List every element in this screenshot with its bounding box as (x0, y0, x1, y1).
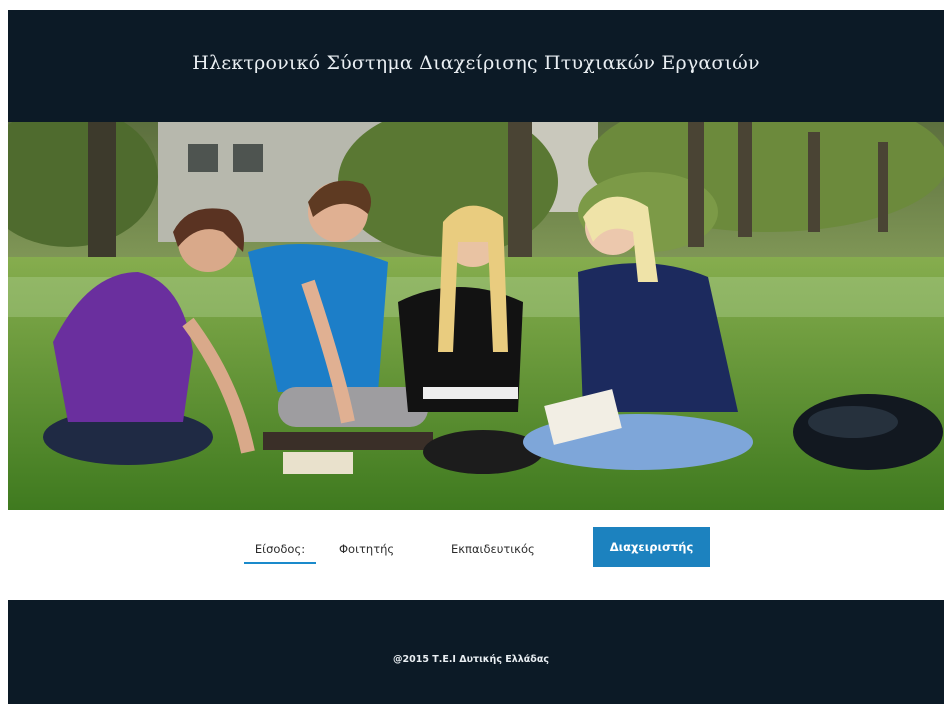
tab-login[interactable]: Είσοδος: (244, 538, 316, 560)
page: Ηλεκτρονικό Σύστημα Διαχείρισης Πτυχιακώ… (0, 0, 944, 704)
copyright-text: @2015 Τ.Ε.Ι Δυτικής Ελλάδας (393, 653, 549, 665)
header-bar: Ηλεκτρονικό Σύστημα Διαχείρισης Πτυχιακώ… (8, 10, 944, 122)
footer-bar: @2015 Τ.Ε.Ι Δυτικής Ελλάδας (8, 600, 944, 704)
login-nav: Είσοδος: Φοιτητής Εκπαιδευτικός Διαχειρι… (8, 510, 944, 600)
active-tab-underline (244, 562, 316, 564)
tab-student[interactable]: Φοιτητής (339, 538, 394, 560)
site-title: Ηλεκτρονικό Σύστημα Διαχείρισης Πτυχιακώ… (192, 52, 760, 74)
tab-admin-button[interactable]: Διαχειριστής (593, 527, 710, 567)
hero-image (8, 122, 944, 510)
tab-teachers[interactable]: Εκπαιδευτικός (451, 538, 535, 560)
students-studying-photo (8, 122, 944, 510)
